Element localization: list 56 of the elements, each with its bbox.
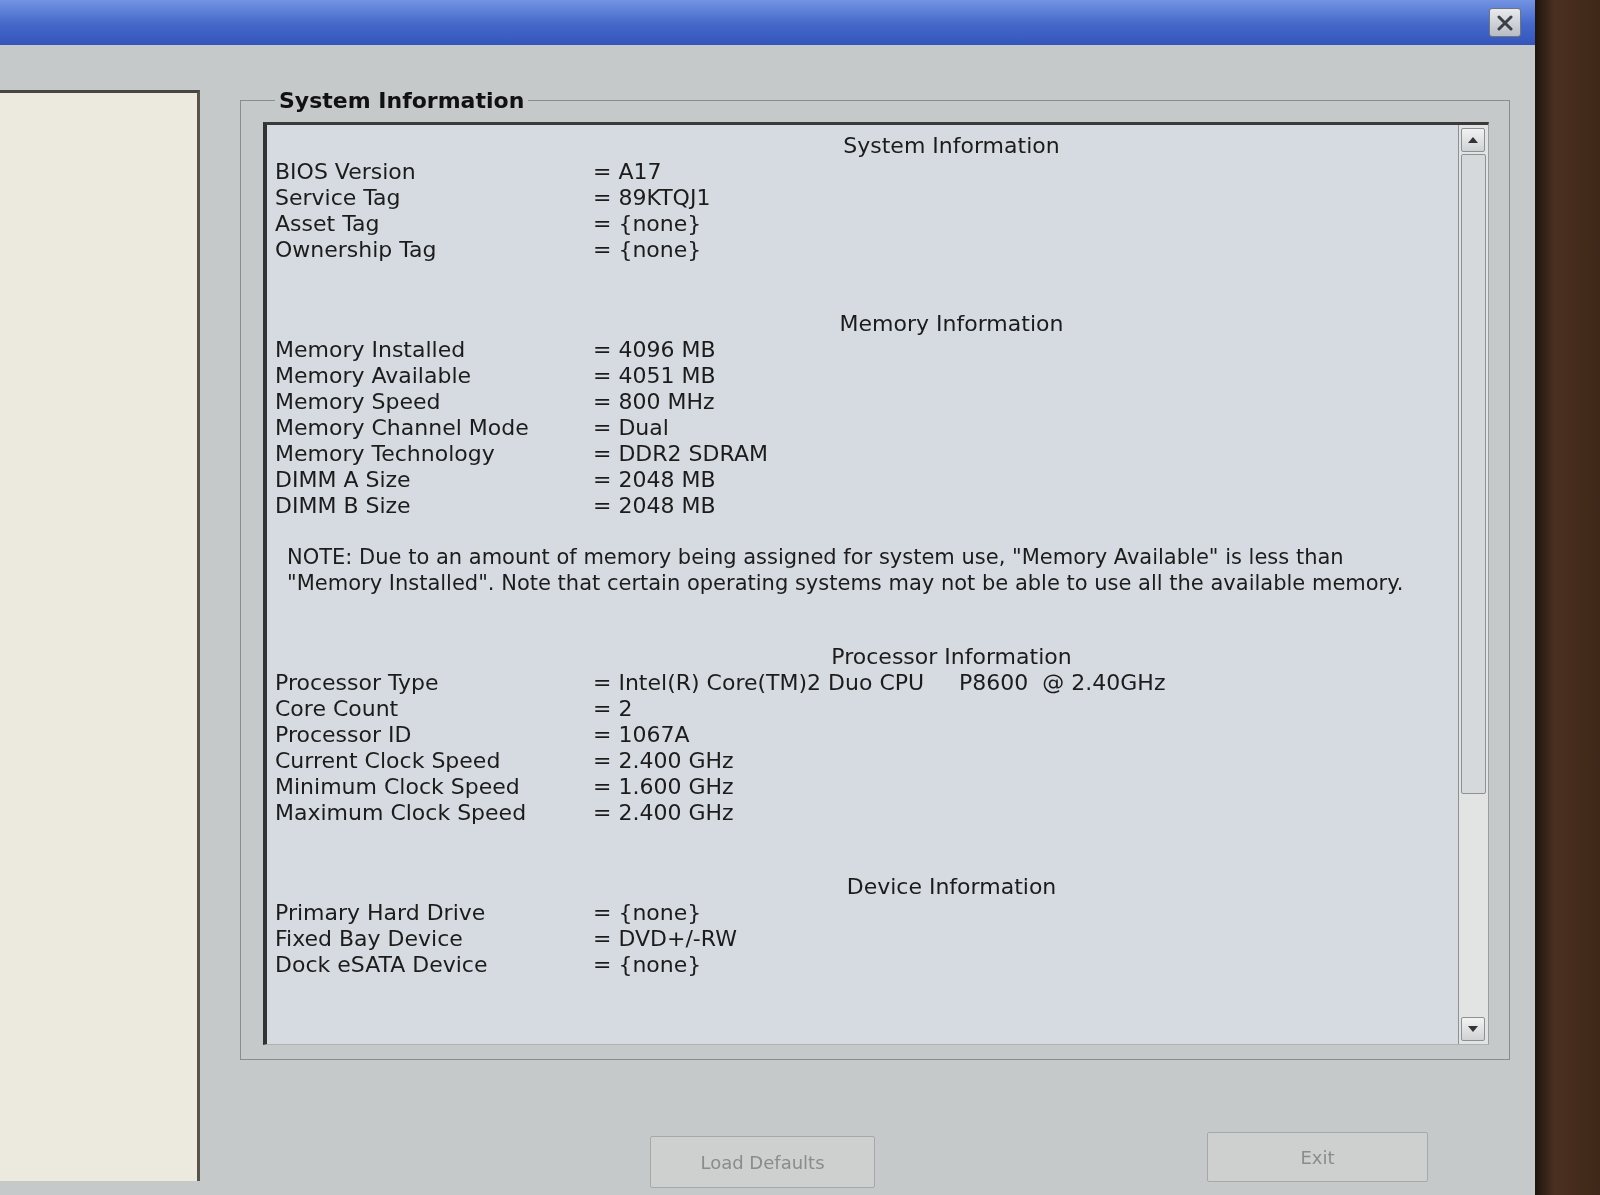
- field-value: = 1067A: [593, 722, 690, 748]
- field-value: = 2.400 GHz: [593, 748, 734, 774]
- field-value: = 1.600 GHz: [593, 774, 734, 800]
- field-value: = {none}: [593, 952, 702, 978]
- field-value: = 2: [593, 696, 633, 722]
- field-label: Minimum Clock Speed: [275, 774, 521, 800]
- field-label: DIMM A Size: [275, 467, 412, 493]
- scrollbar[interactable]: [1458, 125, 1488, 1044]
- field-label: Fixed Bay Device: [275, 926, 464, 952]
- field-label: Current Clock Speed: [275, 748, 502, 774]
- field-label: Maximum Clock Speed: [275, 800, 528, 826]
- field-label: Service Tag: [275, 185, 402, 211]
- scroll-thumb[interactable]: [1461, 154, 1486, 794]
- field-label: Memory Technology: [275, 441, 496, 467]
- field-label: Memory Available: [275, 363, 473, 389]
- group-title: System Information: [278, 88, 526, 113]
- field-value: = 4051 MB: [593, 363, 716, 389]
- field-label: Memory Channel Mode: [275, 415, 530, 441]
- field-value: = DDR2 SDRAM: [593, 441, 768, 467]
- section-heading: Memory Information: [838, 311, 1065, 337]
- down-arrow-icon: [1468, 1026, 1478, 1032]
- field-value: = {none}: [593, 211, 702, 237]
- section-heading: System Information: [842, 133, 1061, 159]
- exit-button[interactable]: Exit: [1207, 1132, 1428, 1182]
- field-label: BIOS Version: [275, 159, 417, 185]
- section-heading: Device Information: [845, 874, 1058, 900]
- field-value: = Intel(R) Core(TM)2 Duo CPU P8600 @ 2.40GHz: [593, 670, 1166, 696]
- field-value: = 2048 MB: [593, 467, 716, 493]
- up-arrow-icon: [1468, 137, 1478, 143]
- field-value: = 2.400 GHz: [593, 800, 734, 826]
- field-value: = DVD+/-RW: [593, 926, 737, 952]
- field-value: = 800 MHz: [593, 389, 715, 415]
- field-value: = A17: [593, 159, 662, 185]
- field-label: Processor ID: [275, 722, 413, 748]
- field-value: = 4096 MB: [593, 337, 716, 363]
- note-text: NOTE: Due to an amount of memory being assigned for system use, "Memory Available" is less than "Memory Installed". Note that certain operating systems may not be able to use all the available memory.: [286, 544, 1405, 596]
- field-label: Processor Type: [275, 670, 440, 696]
- field-value: = Dual: [593, 415, 669, 441]
- field-label: Core Count: [275, 696, 400, 722]
- field-label: Memory Speed: [275, 389, 442, 415]
- field-value: = 2048 MB: [593, 493, 716, 519]
- field-value: = {none}: [593, 237, 702, 263]
- field-label: DIMM B Size: [275, 493, 412, 519]
- field-label: Memory Installed: [275, 337, 467, 363]
- load-defaults-button[interactable]: Load Defaults: [650, 1136, 875, 1188]
- field-value: = 89KTQJ1: [593, 185, 711, 211]
- scroll-up-button[interactable]: [1461, 128, 1485, 152]
- field-label: Ownership Tag: [275, 237, 438, 263]
- field-label: Asset Tag: [275, 211, 381, 237]
- section-heading: Processor Information: [830, 644, 1073, 670]
- field-label: Dock eSATA Device: [275, 952, 489, 978]
- close-icon: [1497, 14, 1513, 31]
- field-label: Primary Hard Drive: [275, 900, 487, 926]
- field-value: = {none}: [593, 900, 702, 926]
- scroll-down-button[interactable]: [1461, 1017, 1485, 1041]
- close-button[interactable]: [1489, 8, 1521, 37]
